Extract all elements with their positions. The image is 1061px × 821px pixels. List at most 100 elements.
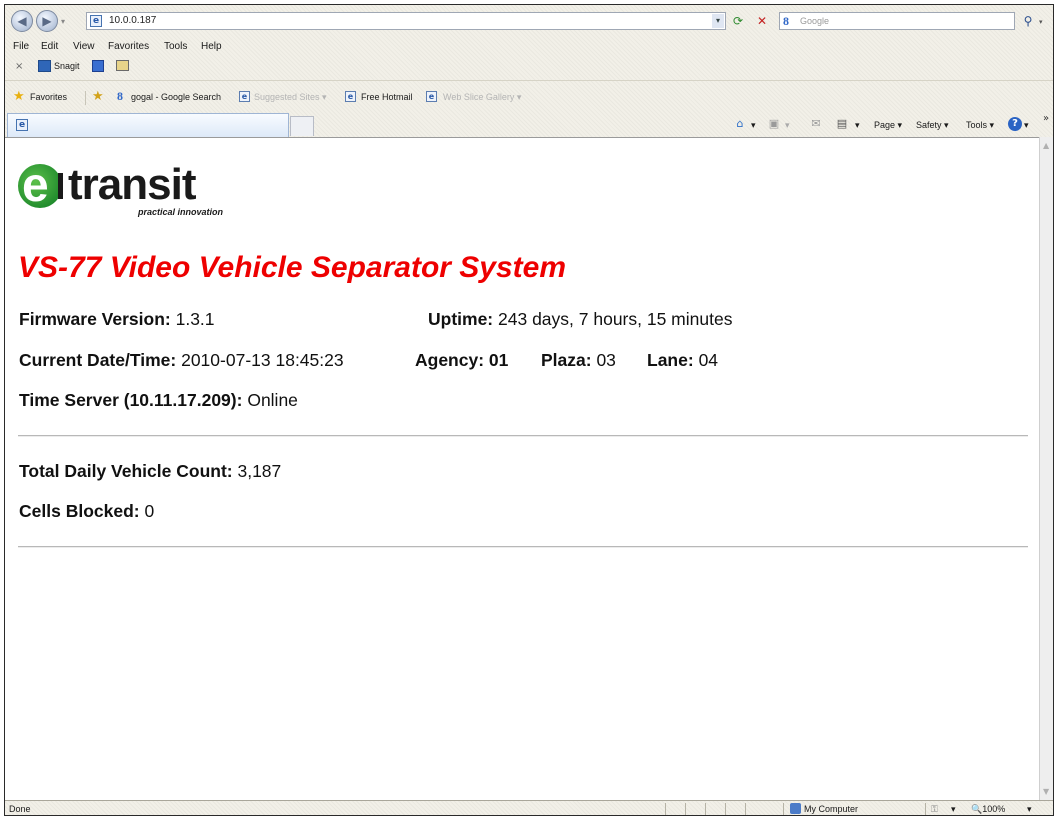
address-url: 10.0.0.187 [109, 15, 157, 26]
address-input[interactable]: e 10.0.0.187 ▾ [86, 12, 726, 30]
logo-letter: e [22, 159, 49, 212]
forward-arrow-icon: ▶ [42, 14, 52, 28]
menu-view[interactable]: View [73, 41, 95, 52]
section-divider [18, 546, 1028, 548]
tab-current-page[interactable]: e [7, 113, 289, 137]
ie-page-icon: e [345, 91, 356, 102]
new-tab-button[interactable] [290, 116, 314, 136]
plaza-label: Plaza: [541, 350, 592, 370]
search-placeholder: Google [800, 16, 830, 26]
uptime-label: Uptime: [428, 309, 494, 329]
page-menu[interactable]: Page ▾ [874, 120, 902, 131]
scroll-up-icon[interactable]: ▲ [1043, 141, 1049, 150]
menu-help[interactable]: Help [201, 41, 222, 52]
uptime: Uptime: 243 days, 7 hours, 15 minutes [428, 309, 732, 330]
add-to-favorites-icon[interactable]: ★ [92, 89, 104, 104]
menu-favorites[interactable]: Favorites [108, 41, 149, 52]
zoom-dropdown[interactable]: ▾ [1027, 804, 1032, 815]
status-bar: Done My Computer ⚿ ▾ 🔍100% ▾ [5, 800, 1053, 815]
back-arrow-icon: ◀ [17, 14, 27, 28]
agency-label: Agency: [415, 350, 485, 370]
time-server-label: Time Server (10.11.17.209): [19, 390, 243, 410]
page-title: VS-77 Video Vehicle Separator System [18, 251, 567, 284]
browser-window: ◀ ▶ ▾ e 10.0.0.187 ▾ ⟳ ✕ 8 Google ⚲ ▾ Fi… [4, 4, 1054, 816]
safety-menu[interactable]: Safety ▾ [916, 120, 949, 131]
help-dropdown[interactable]: ▾ [1024, 120, 1029, 131]
logo-wordmark: transit [68, 160, 196, 209]
security-zone: My Computer [804, 804, 859, 814]
snagit-button-label[interactable]: Snagit [54, 61, 80, 71]
agency-value: 01 [488, 350, 509, 370]
favorite-link-web-slice-gallery[interactable]: Web Slice Gallery ▾ [443, 92, 521, 103]
protected-mode-icon[interactable]: ⚿ [931, 804, 938, 815]
logo-circle: e [18, 159, 62, 212]
read-mail-icon[interactable]: ✉ [809, 117, 823, 131]
address-bar-row: ◀ ▶ ▾ e 10.0.0.187 ▾ ⟳ ✕ 8 Google ⚲ ▾ [5, 5, 1053, 37]
status-dropdown[interactable]: ▾ [951, 804, 956, 815]
cells-blocked-value: 0 [144, 501, 155, 521]
ie-page-icon: e [239, 91, 250, 102]
refresh-button[interactable]: ⟳ [729, 12, 747, 30]
print-dropdown[interactable]: ▾ [855, 120, 860, 131]
favorites-star-icon[interactable]: ★ [13, 89, 25, 104]
forward-button[interactable]: ▶ [36, 10, 58, 32]
toolbar-overflow-chevron-icon[interactable]: » [1043, 113, 1049, 124]
ie-page-icon: e [426, 91, 437, 102]
favorite-link-suggested-sites[interactable]: Suggested Sites ▾ [254, 92, 327, 103]
status-text: Done [9, 804, 31, 814]
close-toolbar-icon[interactable]: × [15, 61, 23, 72]
search-options-dropdown[interactable]: ▾ [1039, 18, 1043, 26]
snagit-library-icon[interactable] [116, 60, 129, 71]
agency: Agency: 01 [415, 350, 508, 371]
zoom-level[interactable]: 🔍100% [971, 804, 1005, 815]
status-divider [685, 803, 686, 815]
google-icon: 8 [783, 14, 789, 28]
back-button[interactable]: ◀ [11, 10, 33, 32]
favorites-separator [85, 91, 86, 105]
etransit-logo: e transit practical innovation [18, 159, 258, 219]
favorite-link-free-hotmail[interactable]: Free Hotmail [361, 92, 413, 102]
stop-button[interactable]: ✕ [753, 12, 771, 30]
my-computer-zone-icon [790, 803, 801, 814]
toolbar-divider [5, 80, 1053, 81]
home-icon[interactable]: ⌂ [733, 117, 747, 131]
menu-edit[interactable]: Edit [41, 41, 58, 52]
menu-file[interactable]: File [13, 41, 29, 52]
help-icon[interactable]: ? [1008, 117, 1022, 131]
snagit-capture-icon[interactable] [92, 60, 104, 72]
menu-bar: File Edit View Favorites Tools Help [5, 39, 1053, 55]
time-server-value: Online [247, 390, 298, 410]
plaza-value: 03 [596, 350, 616, 370]
vertical-scrollbar[interactable]: ▲ ▼ [1039, 137, 1053, 800]
home-dropdown[interactable]: ▾ [751, 120, 756, 131]
datetime-label: Current Date/Time: [19, 350, 177, 370]
snagit-icon[interactable] [38, 60, 51, 72]
favorites-button[interactable]: Favorites [30, 92, 67, 102]
current-datetime: Current Date/Time: 2010-07-13 18:45:23 [19, 350, 344, 371]
favorites-bar: ★ Favorites ★ 8 gogal - Google Search e … [5, 87, 1053, 109]
lane-value: 04 [698, 350, 719, 370]
page-content: e transit practical innovation VS-77 Vid… [5, 137, 1039, 801]
tools-menu[interactable]: Tools ▾ [966, 120, 994, 131]
favorite-link-gogal[interactable]: gogal - Google Search [131, 92, 221, 102]
plaza: Plaza: 03 [541, 350, 616, 371]
address-dropdown-button[interactable]: ▾ [712, 14, 724, 28]
tab-row: e ⌂ ▾ ▣ ▾ ✉ ▤ ▾ Page ▾ Safety ▾ Tools ▾ … [5, 111, 1053, 137]
search-button[interactable]: ⚲ [1019, 12, 1037, 30]
menu-tools[interactable]: Tools [164, 41, 187, 52]
scroll-down-icon[interactable]: ▼ [1043, 787, 1049, 796]
total-daily-vehicle-count: Total Daily Vehicle Count: 3,187 [19, 461, 281, 482]
search-input[interactable]: 8 Google [779, 12, 1015, 30]
google-favicon-icon: 8 [117, 89, 123, 103]
recent-pages-dropdown[interactable]: ▾ [61, 17, 65, 26]
lane-label: Lane: [647, 350, 694, 370]
logo-bar [58, 173, 63, 199]
feeds-icon[interactable]: ▣ [767, 117, 781, 131]
feeds-dropdown[interactable]: ▾ [785, 120, 790, 131]
status-divider [665, 803, 666, 815]
cells-blocked: Cells Blocked: 0 [19, 501, 154, 522]
status-divider [783, 803, 784, 815]
cells-blocked-label: Cells Blocked: [19, 501, 140, 521]
print-icon[interactable]: ▤ [835, 117, 849, 131]
status-divider [705, 803, 706, 815]
